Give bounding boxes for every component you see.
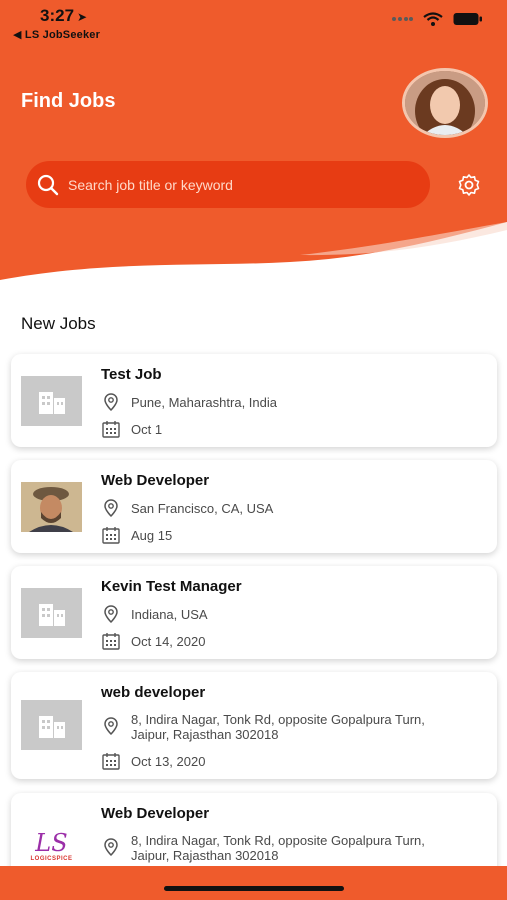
job-date: Oct 14, 2020 bbox=[131, 634, 206, 649]
back-to-app-link[interactable]: ◀ LS JobSeeker bbox=[13, 28, 100, 41]
job-title: web developer bbox=[101, 684, 206, 701]
job-date-row: Oct 1 bbox=[101, 419, 162, 439]
search-icon bbox=[37, 174, 59, 196]
job-date-row: Aug 15 bbox=[101, 525, 172, 545]
status-icons bbox=[391, 12, 483, 26]
job-thumbnail bbox=[21, 700, 82, 750]
section-title-new-jobs: New Jobs bbox=[21, 314, 96, 333]
building-icon bbox=[38, 604, 65, 626]
person-photo-icon bbox=[21, 482, 82, 532]
job-title: Test Job bbox=[101, 366, 162, 383]
job-date: Oct 13, 2020 bbox=[131, 754, 206, 769]
building-icon bbox=[38, 716, 65, 738]
job-location-row: San Francisco, CA, USA bbox=[101, 498, 273, 518]
status-time: 3:27 ➤ bbox=[40, 6, 88, 25]
job-location: Pune, Maharashtra, India bbox=[131, 395, 277, 410]
profile-avatar[interactable] bbox=[402, 68, 488, 138]
location-pin-icon bbox=[104, 499, 118, 518]
job-thumbnail: LS LOGICSPICE bbox=[21, 821, 82, 871]
job-location: Indiana, USA bbox=[131, 607, 208, 622]
company-logo-subtext: LOGICSPICE bbox=[30, 856, 73, 862]
search-input[interactable]: Search job title or keyword bbox=[26, 161, 430, 208]
calendar-icon bbox=[102, 633, 120, 650]
bottom-bar bbox=[0, 866, 507, 900]
job-card[interactable]: Web Developer San Francisco, CA, USA Aug… bbox=[11, 460, 497, 553]
job-title: Kevin Test Manager bbox=[101, 578, 242, 595]
job-date-row: Oct 14, 2020 bbox=[101, 631, 205, 651]
location-pin-icon bbox=[104, 605, 118, 624]
job-location: San Francisco, CA, USA bbox=[131, 501, 274, 516]
job-location-row: 8, Indira Nagar, Tonk Rd, opposite Gopal… bbox=[101, 712, 431, 742]
calendar-icon bbox=[102, 421, 120, 438]
page-title: Find Jobs bbox=[21, 90, 116, 112]
job-location: 8, Indira Nagar, Tonk Rd, opposite Gopal… bbox=[131, 712, 425, 742]
job-location: 8, Indira Nagar, Tonk Rd, opposite Gopal… bbox=[131, 833, 425, 863]
job-card[interactable]: Test Job Pune, Maharashtra, India Oct 1 bbox=[11, 354, 497, 447]
search-placeholder: Search job title or keyword bbox=[68, 176, 233, 193]
job-location-row: Indiana, USA bbox=[101, 604, 208, 624]
job-title: Web Developer bbox=[101, 805, 210, 822]
profile-photo-icon bbox=[405, 71, 485, 135]
calendar-icon bbox=[102, 753, 120, 770]
wifi-icon bbox=[423, 12, 443, 26]
company-logo: LS bbox=[35, 829, 68, 857]
job-thumbnail bbox=[21, 376, 82, 426]
job-date: Oct 1 bbox=[131, 422, 163, 437]
location-arrow-icon: ➤ bbox=[77, 10, 88, 24]
job-title: Web Developer bbox=[101, 472, 210, 489]
location-pin-icon bbox=[104, 717, 118, 736]
location-pin-icon bbox=[104, 838, 118, 857]
job-thumbnail bbox=[21, 588, 82, 638]
job-card[interactable]: web developer 8, Indira Nagar, Tonk Rd, … bbox=[11, 672, 497, 779]
calendar-icon bbox=[102, 527, 120, 544]
settings-gear-icon[interactable] bbox=[457, 173, 481, 197]
job-card[interactable]: Kevin Test Manager Indiana, USA Oct 14, … bbox=[11, 566, 497, 659]
job-date: Aug 15 bbox=[131, 528, 173, 543]
cellular-signal-icon bbox=[392, 17, 413, 21]
battery-icon bbox=[453, 13, 482, 25]
building-icon bbox=[38, 392, 65, 414]
job-thumbnail bbox=[21, 482, 82, 532]
job-location-row: 8, Indira Nagar, Tonk Rd, opposite Gopal… bbox=[101, 833, 441, 863]
home-indicator[interactable] bbox=[164, 886, 344, 891]
status-bar: 3:27 ➤ ◀ LS JobSeeker bbox=[0, 0, 507, 46]
location-pin-icon bbox=[104, 393, 118, 412]
job-date-row: Oct 13, 2020 bbox=[101, 751, 205, 771]
job-location-row: Pune, Maharashtra, India bbox=[101, 392, 277, 412]
